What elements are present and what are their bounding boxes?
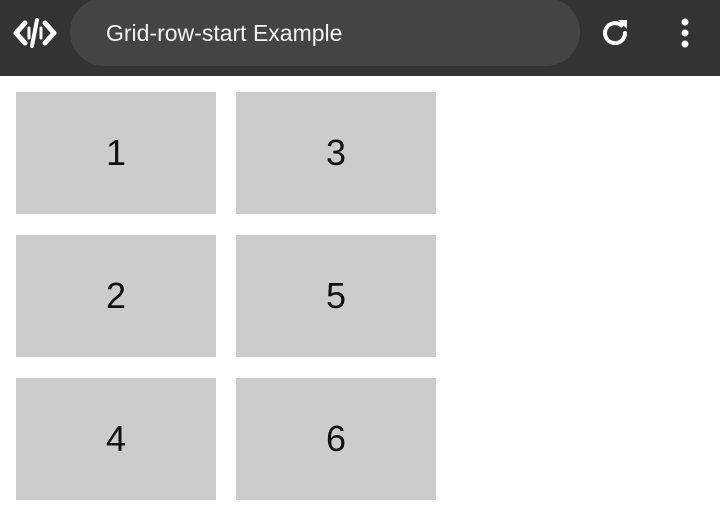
grid-item: 3	[236, 92, 436, 214]
more-vertical-icon[interactable]	[668, 14, 702, 52]
browser-toolbar: Grid-row-start Example	[0, 0, 720, 76]
grid-item: 2	[16, 235, 216, 357]
grid-item: 6	[236, 378, 436, 500]
grid-item: 4	[16, 378, 216, 500]
grid-container: 1 3 2 5 4 6	[16, 92, 436, 500]
grid-item: 1	[16, 92, 216, 214]
code-slash-icon[interactable]	[13, 15, 57, 51]
reload-icon[interactable]	[596, 14, 634, 52]
page-title: Grid-row-start Example	[106, 20, 343, 46]
grid-item: 5	[236, 235, 436, 357]
